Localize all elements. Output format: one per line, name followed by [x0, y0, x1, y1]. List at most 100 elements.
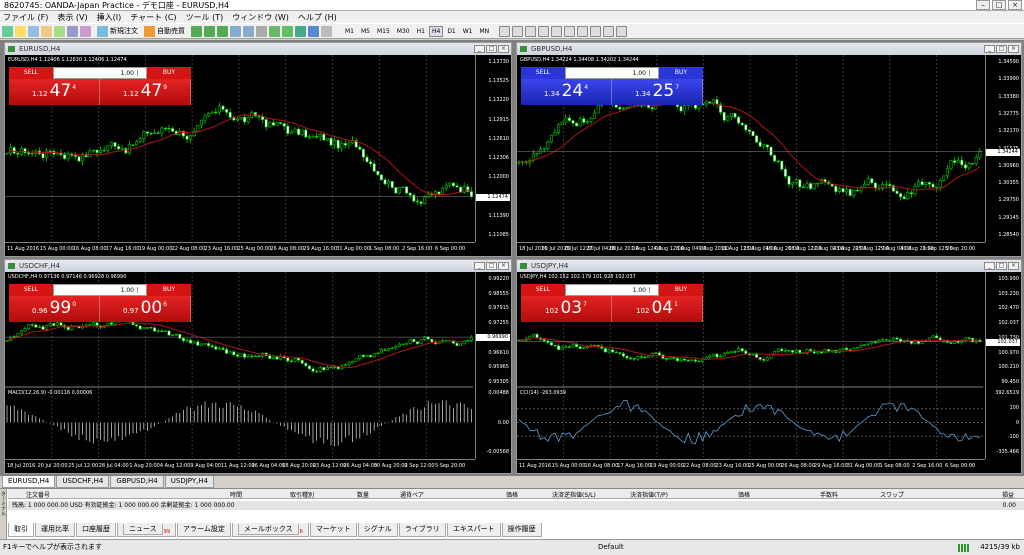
- buy-price[interactable]: 1.34 25 7: [612, 79, 703, 105]
- arrows-icon[interactable]: [616, 25, 628, 37]
- templates-icon[interactable]: [321, 25, 332, 37]
- lot-size-input[interactable]: 1.00: [53, 284, 147, 296]
- candlestick-icon[interactable]: [204, 25, 215, 37]
- restore-window-button[interactable]: □: [486, 45, 497, 53]
- cursor-icon[interactable]: [499, 25, 511, 37]
- lot-size-input[interactable]: 1.00: [565, 67, 659, 79]
- col-order[interactable]: 注文番号: [26, 490, 50, 499]
- sell-button[interactable]: SELL: [521, 67, 565, 79]
- menu-view[interactable]: 表示 (V): [57, 12, 87, 23]
- col-volume[interactable]: 数量: [357, 490, 369, 499]
- restore-window-button[interactable]: □: [996, 45, 1007, 53]
- auto-trading-button[interactable]: 自動売買: [157, 26, 185, 36]
- tab-trade[interactable]: 取引: [8, 522, 34, 537]
- buy-button[interactable]: BUY: [147, 67, 191, 79]
- auto-trading-icon[interactable]: [144, 25, 155, 37]
- tab-account-history[interactable]: 口座履歴: [76, 522, 116, 537]
- window-tab-usdchf[interactable]: USDCHF,H4: [56, 476, 110, 488]
- col-price[interactable]: 価格: [506, 490, 518, 499]
- menu-insert[interactable]: 挿入(I): [97, 12, 122, 23]
- navigator-icon[interactable]: [54, 25, 65, 37]
- timeframe-d1[interactable]: D1: [444, 26, 458, 37]
- tab-exposure[interactable]: 運用比率: [35, 522, 75, 537]
- timeframe-w1[interactable]: W1: [460, 26, 476, 37]
- close-window-button[interactable]: ×: [498, 262, 509, 270]
- text-label-icon[interactable]: [603, 25, 615, 37]
- tile-windows-icon[interactable]: [256, 25, 267, 37]
- trendline-icon[interactable]: [551, 25, 563, 37]
- minimize-window-button[interactable]: _: [984, 262, 995, 270]
- buy-price[interactable]: 0.97 00 6: [100, 296, 191, 322]
- menu-file[interactable]: ファイル (F): [3, 12, 48, 23]
- col-swap[interactable]: スワップ: [880, 490, 904, 499]
- tester-icon[interactable]: [80, 25, 91, 37]
- periods-icon[interactable]: [308, 25, 319, 37]
- minimize-window-button[interactable]: _: [474, 45, 485, 53]
- new-order-icon[interactable]: [97, 25, 108, 37]
- chart-shift-icon[interactable]: [282, 25, 293, 37]
- indicators-icon[interactable]: [295, 25, 306, 37]
- timeframe-m15[interactable]: M15: [374, 26, 393, 37]
- new-chart-icon[interactable]: [2, 25, 13, 37]
- col-commission[interactable]: 手数料: [820, 490, 838, 499]
- menu-help[interactable]: ヘルプ (H): [298, 12, 337, 23]
- sell-button[interactable]: SELL: [9, 284, 53, 296]
- chart-window-gbpusd[interactable]: GBPUSD,H4 _ □ × GBPUSD,H4 1.34224 1.34408 1.…: [516, 42, 1022, 257]
- autoscroll-icon[interactable]: [269, 25, 280, 37]
- tab-signals[interactable]: シグナル: [357, 522, 398, 537]
- minimize-window-button[interactable]: _: [474, 262, 485, 270]
- minimize-button[interactable]: –: [976, 0, 990, 10]
- window-tab-usdjpy[interactable]: USDJPY,H4: [164, 476, 215, 488]
- bar-chart-icon[interactable]: [191, 25, 202, 37]
- vertical-line-icon[interactable]: [525, 25, 537, 37]
- menu-chart[interactable]: チャート (C): [130, 12, 176, 23]
- timeframe-m30[interactable]: M30: [394, 26, 413, 37]
- buy-button[interactable]: BUY: [147, 284, 191, 296]
- window-tab-gbpusd[interactable]: GBPUSD,H4: [110, 476, 164, 488]
- sell-price[interactable]: 0.96 99 0: [9, 296, 100, 322]
- col-profit[interactable]: 損益: [1002, 490, 1014, 499]
- col-sl[interactable]: 決済逆指値(S/L): [552, 490, 596, 499]
- market-watch-icon[interactable]: [28, 25, 39, 37]
- tab-library[interactable]: ライブラリ: [398, 522, 446, 537]
- line-chart-icon[interactable]: [217, 25, 228, 37]
- timeframe-mn[interactable]: MN: [477, 26, 493, 37]
- buy-button[interactable]: BUY: [659, 67, 703, 79]
- tab-mailbox[interactable]: メールボックス 6: [231, 522, 309, 537]
- crosshair-icon[interactable]: [512, 25, 524, 37]
- col-symbol[interactable]: 通貨ペア: [400, 490, 424, 499]
- timeframe-h4[interactable]: H4: [428, 25, 444, 37]
- restore-window-button[interactable]: □: [996, 262, 1007, 270]
- close-window-button[interactable]: ×: [1008, 45, 1019, 53]
- fibonacci-icon[interactable]: [577, 25, 589, 37]
- col-type[interactable]: 取引種別: [290, 490, 314, 499]
- restore-window-button[interactable]: □: [486, 262, 497, 270]
- lot-size-input[interactable]: 1.00: [565, 284, 659, 296]
- sell-price[interactable]: 102 03 7: [521, 296, 612, 322]
- equidistant-channel-icon[interactable]: [564, 25, 576, 37]
- horizontal-line-icon[interactable]: [538, 25, 550, 37]
- tab-market[interactable]: マーケット: [309, 522, 357, 537]
- timeframe-m5[interactable]: M5: [358, 26, 373, 37]
- zoom-out-icon[interactable]: [243, 25, 254, 37]
- menu-window[interactable]: ウィンドウ (W): [232, 12, 289, 23]
- tab-alerts[interactable]: アラーム設定: [177, 522, 231, 537]
- tab-journal[interactable]: 操作履歴: [501, 522, 542, 537]
- tab-news[interactable]: ニュース 99: [117, 522, 177, 537]
- close-window-button[interactable]: ×: [1008, 262, 1019, 270]
- col-current-price[interactable]: 価格: [738, 490, 750, 499]
- menu-tools[interactable]: ツール (T): [186, 12, 224, 23]
- close-window-button[interactable]: ×: [498, 45, 509, 53]
- chart-window-usdchf[interactable]: USDCHF,H4 _ □ × MACD(12,26,9) -0.00116 0.000…: [4, 259, 512, 474]
- buy-price[interactable]: 1.12 47 9: [100, 79, 191, 105]
- col-time[interactable]: 時間: [230, 490, 242, 499]
- terminal-icon[interactable]: [67, 25, 78, 37]
- sell-price[interactable]: 1.12 47 4: [9, 79, 100, 105]
- new-order-button[interactable]: 新規注文: [110, 26, 138, 36]
- buy-price[interactable]: 102 04 1: [612, 296, 703, 322]
- text-icon[interactable]: [590, 25, 602, 37]
- sell-button[interactable]: SELL: [521, 284, 565, 296]
- lot-size-input[interactable]: 1.00: [53, 67, 147, 79]
- col-tp[interactable]: 決済指値(T/P): [630, 490, 668, 499]
- tab-experts[interactable]: エキスパート: [446, 522, 501, 537]
